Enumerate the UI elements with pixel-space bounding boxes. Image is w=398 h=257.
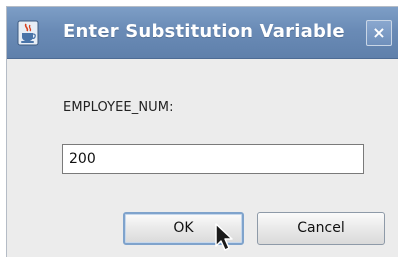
- close-icon: ×: [372, 23, 386, 42]
- close-button[interactable]: ×: [366, 20, 392, 46]
- title-bar[interactable]: Enter Substitution Variable ×: [7, 7, 398, 59]
- ok-button[interactable]: OK: [123, 212, 244, 245]
- cancel-button-label: Cancel: [297, 220, 345, 236]
- cancel-button[interactable]: Cancel: [257, 212, 385, 245]
- dialog-title: Enter Substitution Variable: [63, 21, 345, 42]
- variable-name-label: EMPLOYEE_NUM:: [63, 100, 174, 115]
- ok-button-label: OK: [173, 220, 194, 236]
- substitution-variable-dialog: Enter Substitution Variable × EMPLOYEE_N…: [6, 6, 398, 257]
- variable-value-input[interactable]: [62, 144, 364, 174]
- java-cup-icon: [17, 20, 39, 46]
